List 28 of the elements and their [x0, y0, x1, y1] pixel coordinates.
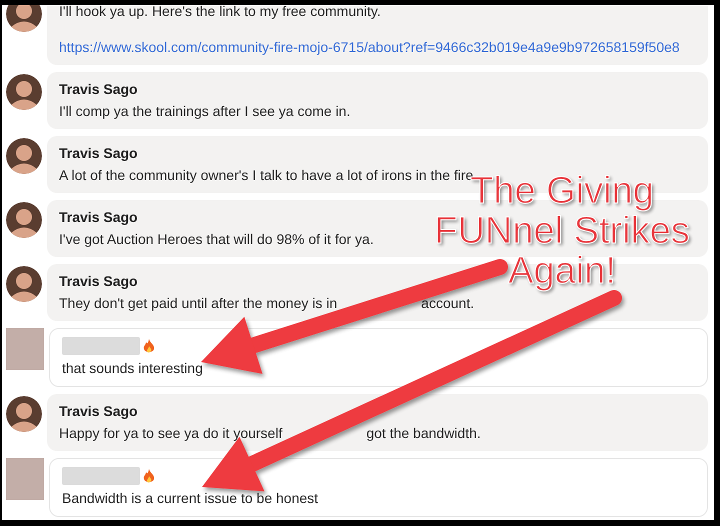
author-name[interactable]: Travis Sago	[59, 208, 138, 226]
message-text: They don't get paid until after the money is in	[59, 294, 338, 312]
avatar-icon	[6, 138, 42, 174]
author-name[interactable]: Travis Sago	[59, 402, 138, 420]
author-name[interactable]: Travis Sago	[59, 144, 138, 162]
avatar-icon	[6, 202, 42, 238]
message-text: Bandwidth is a current issue to be honest	[62, 489, 318, 507]
avatar-icon	[6, 5, 42, 32]
message-text: A lot of the community owner's I talk to have a lot of irons in the fire	[59, 166, 474, 183]
message-text: I'll hook ya up. Here's the link to my free community.	[59, 5, 381, 20]
message-text: account.	[421, 294, 474, 312]
avatar-icon	[6, 266, 42, 302]
avatar-icon	[6, 458, 44, 500]
community-link[interactable]: https://www.skool.com/community-fire-mojo-6715/about?ref=9466c32b019e4a9e9b972658159f50e8	[59, 38, 696, 56]
author-name[interactable]: Travis Sago	[59, 80, 138, 98]
avatar-icon	[6, 396, 42, 432]
author-name[interactable]: Travis Sago	[59, 272, 138, 290]
annotation-text: FUNnel Strikes	[434, 211, 690, 251]
message-text: I'll comp ya the trainings after I see ya come in.	[59, 102, 350, 120]
message-text: got the bandwidth.	[366, 424, 481, 442]
message-text: Happy for ya to see ya do it yourself	[59, 424, 282, 442]
avatar-icon	[6, 328, 44, 370]
message-text: that sounds interesting	[62, 359, 203, 377]
avatar-icon	[6, 74, 42, 110]
message-text: I've got Auction Heroes that will do 98% of it for ya.	[59, 230, 374, 248]
fire-icon	[143, 338, 155, 354]
fire-icon	[143, 468, 155, 484]
annotation-text: Again!	[508, 251, 616, 291]
